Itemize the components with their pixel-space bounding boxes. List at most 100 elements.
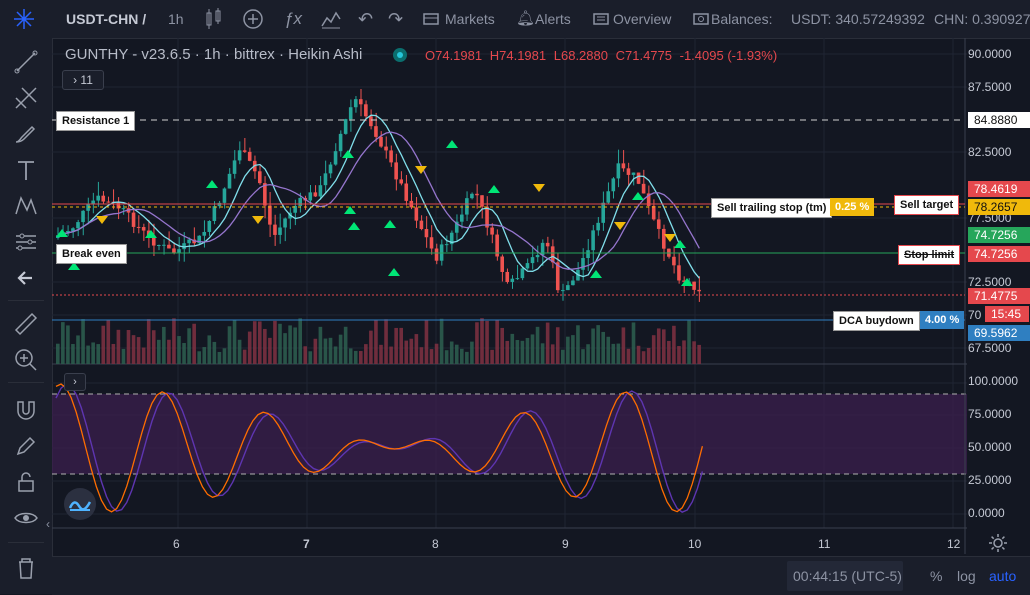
eye-icon[interactable] — [12, 504, 40, 532]
volume-bar — [631, 322, 636, 364]
prediction-icon[interactable] — [12, 228, 40, 256]
stop-limit-label[interactable]: Stop limit — [898, 245, 961, 265]
osc-tick: 0.0000 — [968, 506, 1005, 520]
compare-icon[interactable] — [320, 0, 342, 38]
markets-icon[interactable] — [422, 0, 440, 38]
volume-bar — [258, 321, 262, 364]
text-tool-icon[interactable] — [12, 156, 40, 184]
time-tick: 8 — [432, 537, 439, 551]
buy-marker — [348, 222, 360, 230]
dca-price-tag: 69.5962 — [968, 325, 1030, 341]
volume-bar — [626, 348, 631, 364]
candle-body — [389, 150, 393, 163]
trend-line-icon[interactable] — [12, 48, 40, 76]
volume-bar — [682, 340, 686, 364]
stay-drawing-icon[interactable] — [12, 432, 40, 460]
sell-target-label[interactable]: Sell target — [894, 195, 960, 215]
volume-bar — [545, 322, 550, 364]
resistance-label[interactable]: Resistance 1 — [56, 111, 136, 131]
pattern-icon[interactable] — [12, 192, 40, 220]
indicators-icon[interactable]: ƒx — [284, 0, 302, 38]
candle-body — [101, 195, 106, 202]
sidebar-collapse-icon[interactable]: ‹ — [46, 517, 50, 531]
usdt-balance: USDT: 340.57249392 — [791, 11, 925, 27]
candle-type-icon[interactable] — [204, 0, 224, 38]
volume-bar — [96, 344, 100, 364]
volume-bar — [151, 330, 156, 364]
candle-body — [596, 222, 600, 231]
overview-button[interactable]: Overview — [613, 0, 671, 38]
oscillator-collapse-button[interactable]: › — [64, 373, 86, 391]
auto-scale-toggle[interactable]: auto — [989, 557, 1016, 595]
volume-bar — [192, 323, 196, 364]
candle-body — [591, 230, 595, 251]
candle-body — [343, 119, 348, 134]
add-indicator-icon[interactable] — [242, 0, 264, 38]
candle-body — [631, 172, 636, 175]
volume-bar — [121, 348, 126, 364]
volume-bar — [56, 343, 60, 364]
last-price-tag: 71.4775 — [968, 288, 1030, 304]
volume-bar — [480, 318, 484, 364]
brush-icon[interactable] — [12, 120, 40, 148]
candle-body — [677, 265, 681, 281]
settings-gear-icon[interactable] — [988, 533, 1008, 553]
clock-readout[interactable]: 00:44:15 (UTC-5) — [793, 557, 902, 595]
live-status-icon — [393, 48, 407, 62]
toolbar-divider — [8, 300, 44, 301]
candle-body — [353, 99, 358, 108]
dca-buydown-label[interactable]: DCA buydown — [833, 311, 920, 331]
percent-scale-toggle[interactable]: % — [930, 557, 942, 595]
volume-bar — [510, 333, 515, 364]
price-tick: 82.5000 — [968, 145, 1012, 159]
menu-grid-icon[interactable] — [12, 0, 36, 38]
zoom-in-icon[interactable] — [12, 346, 40, 374]
volume-bar — [273, 320, 277, 364]
price-tick: 87.5000 — [968, 80, 1012, 94]
ohlc-low: L68.2880 — [553, 48, 608, 63]
candle-body — [323, 173, 328, 186]
symbol-selector[interactable]: USDT-CHN / — [66, 0, 146, 38]
time-tick: 6 — [173, 537, 180, 551]
fib-tool-icon[interactable] — [12, 84, 40, 112]
volume-bar — [677, 346, 681, 364]
volume-bar — [207, 335, 212, 364]
back-arrow-icon[interactable] — [12, 264, 40, 292]
candle-body — [480, 195, 484, 207]
volume-bar — [232, 320, 237, 364]
sell-trailing-label[interactable]: Sell trailing stop (tm) — [711, 198, 833, 218]
alerts-icon[interactable]: 🔔︎ — [516, 0, 535, 38]
balances-icon[interactable] — [692, 0, 710, 38]
volume-bar — [444, 350, 449, 364]
interval-selector[interactable]: 1h — [168, 0, 184, 38]
candle-body — [369, 116, 373, 127]
lock-icon[interactable] — [12, 468, 40, 496]
volume-bar — [263, 328, 267, 364]
magnet-icon[interactable] — [12, 396, 40, 424]
markets-button[interactable]: Markets — [445, 0, 495, 38]
price-chart[interactable] — [52, 38, 967, 556]
candle-body — [470, 193, 474, 199]
volume-bar — [247, 331, 252, 364]
log-scale-toggle[interactable]: log — [957, 557, 976, 595]
candle-body — [308, 192, 313, 201]
overview-icon[interactable] — [592, 0, 610, 38]
volume-bar — [505, 340, 510, 364]
indicators-collapse-button[interactable]: › 11 — [62, 70, 104, 90]
volume-bar — [157, 339, 161, 364]
volume-bar — [172, 318, 176, 364]
candle-body — [91, 200, 95, 204]
ruler-icon[interactable] — [12, 310, 40, 338]
alerts-button[interactable]: Alerts — [535, 0, 571, 38]
volume-bar — [136, 337, 141, 364]
trash-icon[interactable] — [12, 554, 40, 582]
volume-bar — [485, 320, 489, 364]
candle-body — [419, 220, 424, 230]
volume-bar — [495, 319, 499, 364]
break-even-label[interactable]: Break even — [56, 244, 127, 264]
volume-bar — [500, 327, 504, 364]
undo-icon[interactable]: ↶ — [358, 0, 373, 38]
redo-icon[interactable]: ↷ — [388, 0, 403, 38]
volume-bar — [581, 349, 585, 364]
volume-bar — [86, 345, 90, 364]
